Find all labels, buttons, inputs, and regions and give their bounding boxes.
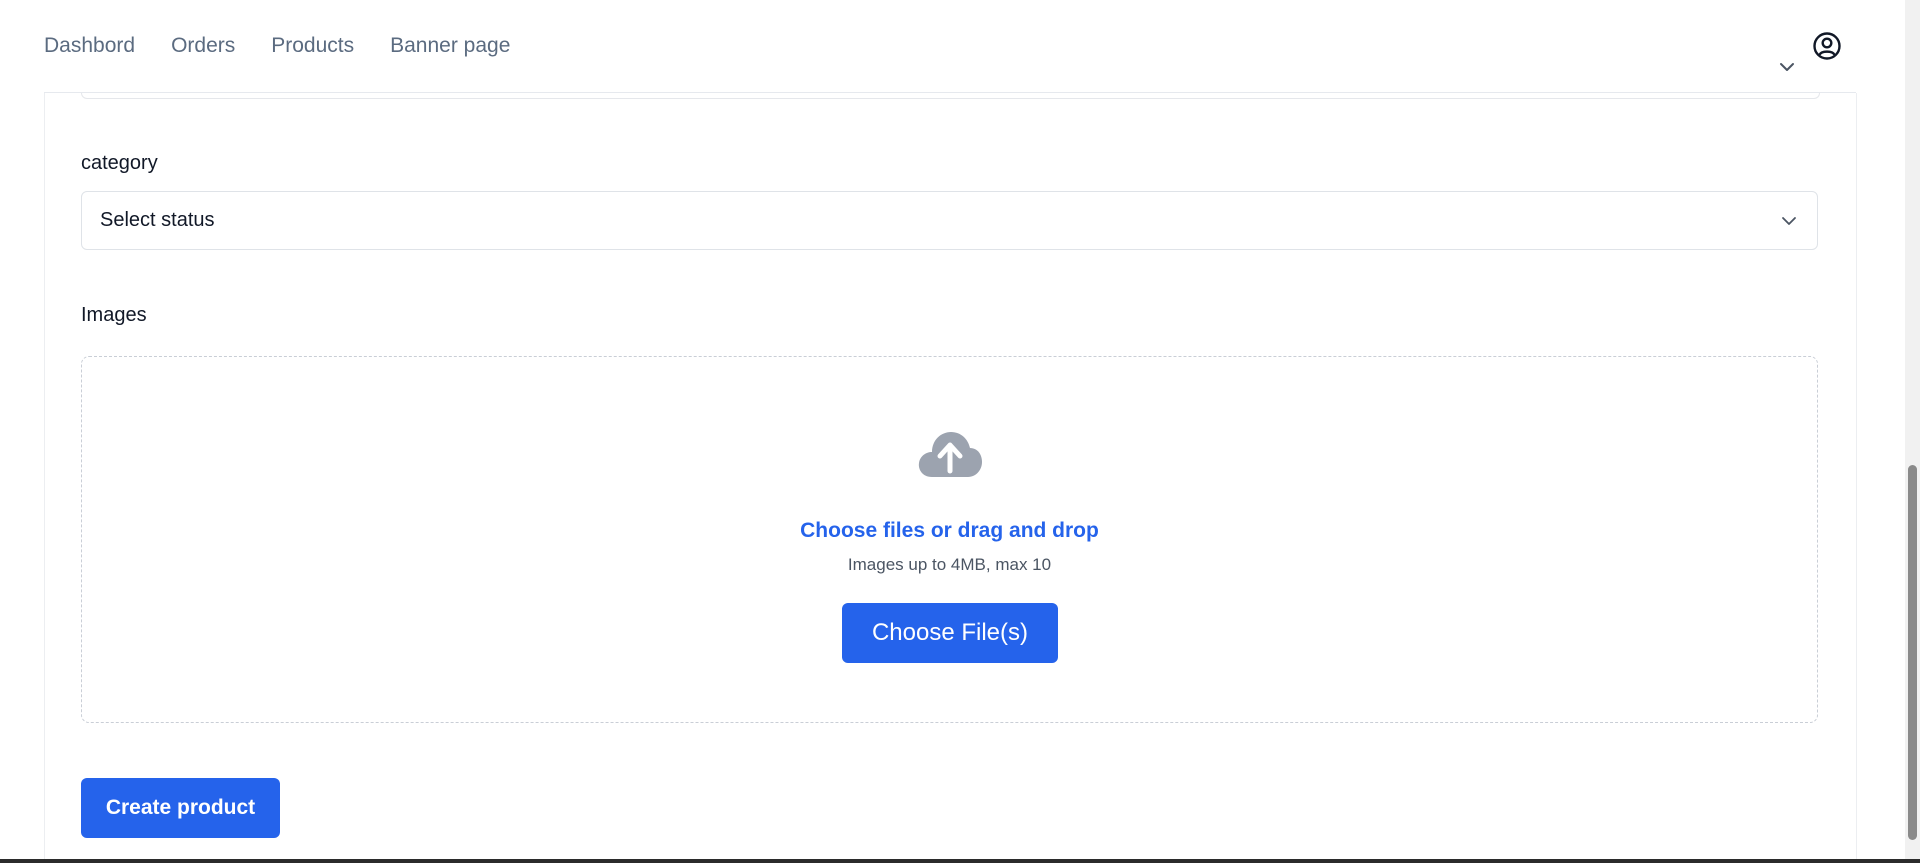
- chevron-down-icon: [1782, 217, 1796, 225]
- category-label: category: [81, 152, 158, 174]
- scrollbar-thumb[interactable]: [1908, 465, 1917, 840]
- create-product-button[interactable]: Create product: [81, 778, 280, 838]
- top-navbar: Dashbord Orders Products Banner page: [0, 0, 1905, 92]
- nav-links: Dashbord Orders Products Banner page: [44, 33, 510, 59]
- upload-hint: Images up to 4MB, max 10: [847, 555, 1052, 574]
- image-dropzone[interactable]: Choose files or drag and drop Images up …: [81, 356, 1818, 723]
- nav-link-banner-page[interactable]: Banner page: [390, 33, 510, 59]
- nav-link-dashboard[interactable]: Dashbord: [44, 33, 135, 59]
- category-select-value: Select status: [100, 209, 215, 231]
- chevron-down-icon[interactable]: [1778, 60, 1796, 74]
- window-bottom-edge: [0, 859, 1920, 863]
- choose-files-button[interactable]: Choose File(s): [842, 603, 1058, 663]
- cloud-upload-icon: [918, 432, 982, 477]
- navbar-divider: [44, 92, 1856, 93]
- choose-files-link[interactable]: Choose files or drag and drop: [82, 519, 1817, 543]
- nav-link-orders[interactable]: Orders: [171, 33, 235, 59]
- images-label: Images: [81, 304, 147, 326]
- account-circle-icon[interactable]: [1812, 31, 1842, 61]
- scrollbar[interactable]: [1905, 0, 1920, 863]
- nav-link-products[interactable]: Products: [271, 33, 354, 59]
- category-select[interactable]: Select status: [81, 191, 1818, 250]
